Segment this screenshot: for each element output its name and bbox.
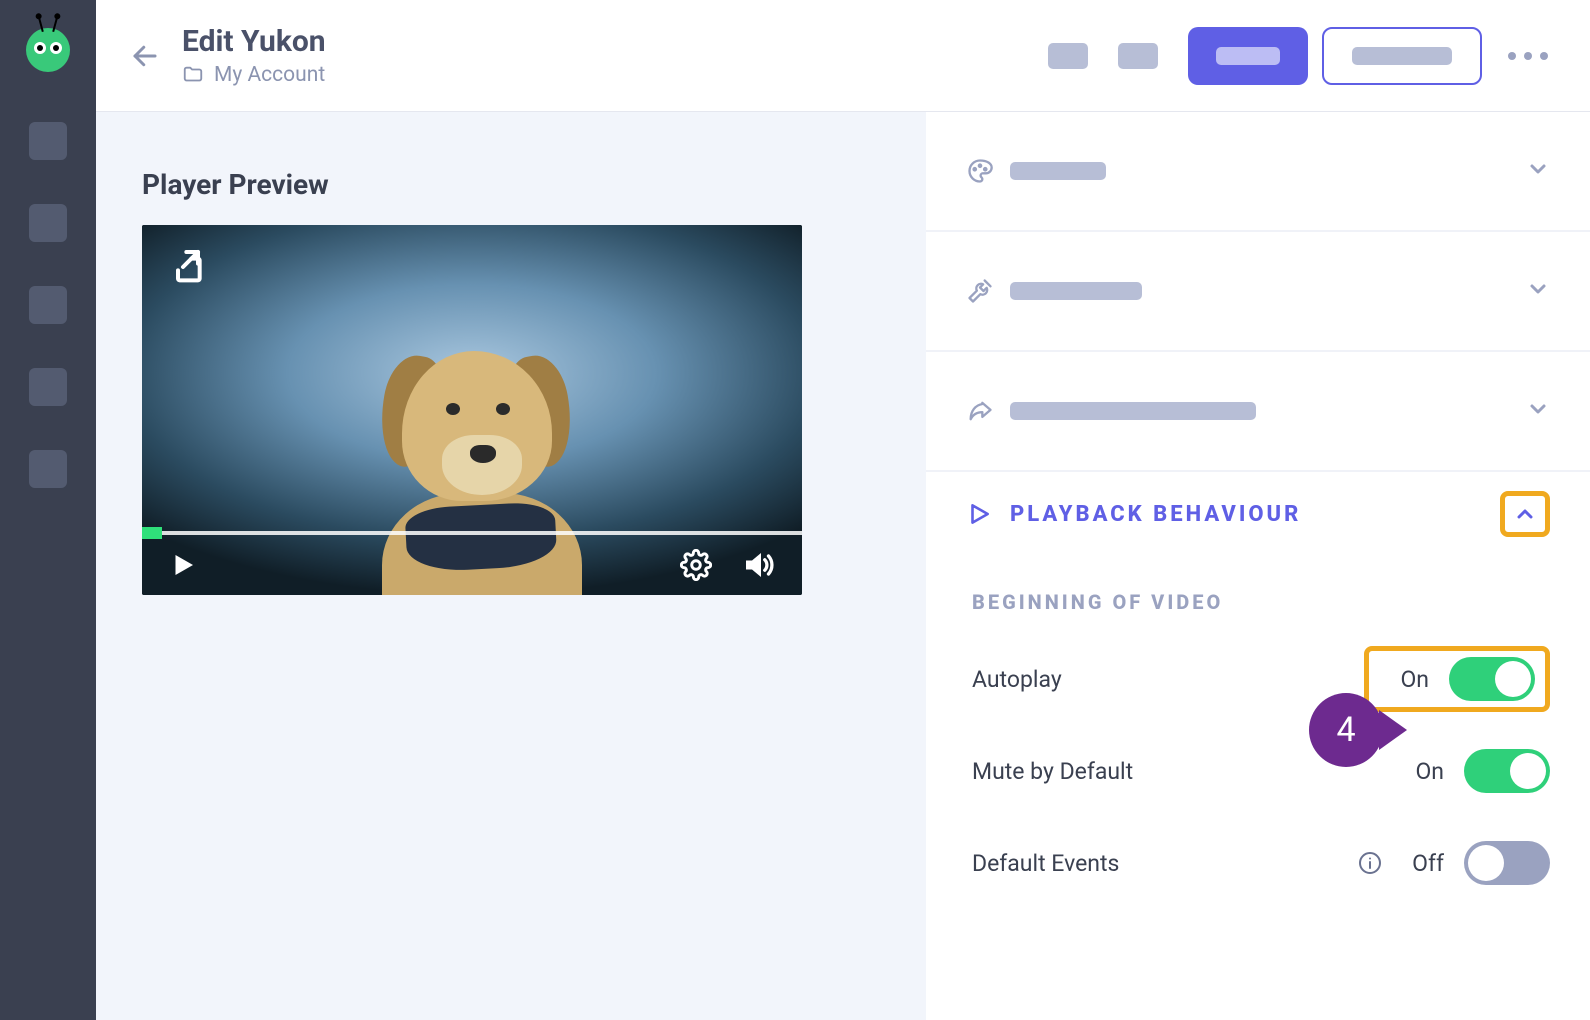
page-title: Edit Yukon xyxy=(182,24,326,59)
video-player[interactable] xyxy=(142,225,802,595)
arrow-left-icon xyxy=(130,41,160,71)
settings-subhead: BEGINNING OF VIDEO xyxy=(972,590,1550,614)
play-button[interactable] xyxy=(168,550,198,580)
setting-mute: Mute by Default On xyxy=(966,734,1550,808)
events-state: Off xyxy=(1394,850,1444,877)
setting-autoplay: Autoplay 4 On xyxy=(966,642,1550,716)
autoplay-toggle[interactable] xyxy=(1449,657,1535,701)
mute-toggle[interactable] xyxy=(1464,749,1550,793)
palette-icon xyxy=(966,157,994,185)
folder-icon xyxy=(182,64,204,86)
preview-title: Player Preview xyxy=(142,168,880,201)
chevron-down-icon xyxy=(1526,277,1550,301)
play-icon xyxy=(168,550,198,580)
collapse-highlight xyxy=(1500,491,1550,537)
tools-icon xyxy=(966,277,994,305)
brand-logo[interactable] xyxy=(26,28,70,72)
play-outline-icon xyxy=(966,501,992,527)
preview-pane: Player Preview xyxy=(96,112,926,1020)
top-bar: Edit Yukon My Account xyxy=(96,0,1590,112)
chevron-up-icon[interactable] xyxy=(1513,502,1537,526)
rail-item-2[interactable] xyxy=(29,204,67,242)
settings-button[interactable] xyxy=(680,549,712,581)
rail-item-1[interactable] xyxy=(29,122,67,160)
mute-state: On xyxy=(1394,758,1444,785)
chevron-down-icon xyxy=(1526,397,1550,421)
accordion-playback[interactable]: PLAYBACK BEHAVIOUR xyxy=(926,472,1590,556)
rail-item-4[interactable] xyxy=(29,368,67,406)
breadcrumb[interactable]: My Account xyxy=(182,63,326,87)
accordion-title: PLAYBACK BEHAVIOUR xyxy=(1010,502,1301,527)
accordion-label-placeholder xyxy=(1010,282,1142,300)
autoplay-highlight: 4 On xyxy=(1364,646,1550,712)
gear-icon xyxy=(680,549,712,581)
info-icon[interactable] xyxy=(1358,851,1382,875)
volume-icon xyxy=(740,547,776,583)
accordion-label-placeholder xyxy=(1010,162,1106,180)
setting-default-events: Default Events Off xyxy=(966,826,1550,900)
volume-button[interactable] xyxy=(740,547,776,583)
breadcrumb-label: My Account xyxy=(214,63,325,87)
accordion-appearance[interactable] xyxy=(926,112,1590,232)
more-menu[interactable] xyxy=(1496,52,1560,60)
accordion-tools[interactable] xyxy=(926,232,1590,352)
playback-settings-body: BEGINNING OF VIDEO Autoplay 4 On xyxy=(926,556,1590,940)
events-label: Default Events xyxy=(966,850,1358,877)
primary-button[interactable] xyxy=(1188,27,1308,85)
accordion-label-placeholder xyxy=(1010,402,1256,420)
header-action-2[interactable] xyxy=(1118,43,1158,69)
autoplay-label: Autoplay xyxy=(966,666,1364,693)
accordion-sharing[interactable] xyxy=(926,352,1590,472)
share-icon[interactable] xyxy=(168,247,208,291)
header-action-1[interactable] xyxy=(1048,43,1088,69)
secondary-button[interactable] xyxy=(1322,27,1482,85)
events-toggle[interactable] xyxy=(1464,841,1550,885)
autoplay-state: On xyxy=(1379,666,1429,693)
left-rail xyxy=(0,0,96,1020)
player-controls xyxy=(142,535,802,595)
back-button[interactable] xyxy=(126,37,164,75)
rail-item-3[interactable] xyxy=(29,286,67,324)
chevron-down-icon xyxy=(1526,157,1550,181)
rail-item-5[interactable] xyxy=(29,450,67,488)
settings-pane: PLAYBACK BEHAVIOUR BEGINNING OF VIDEO Au… xyxy=(926,112,1590,1020)
share-arrow-icon xyxy=(966,397,994,425)
mute-label: Mute by Default xyxy=(966,758,1394,785)
